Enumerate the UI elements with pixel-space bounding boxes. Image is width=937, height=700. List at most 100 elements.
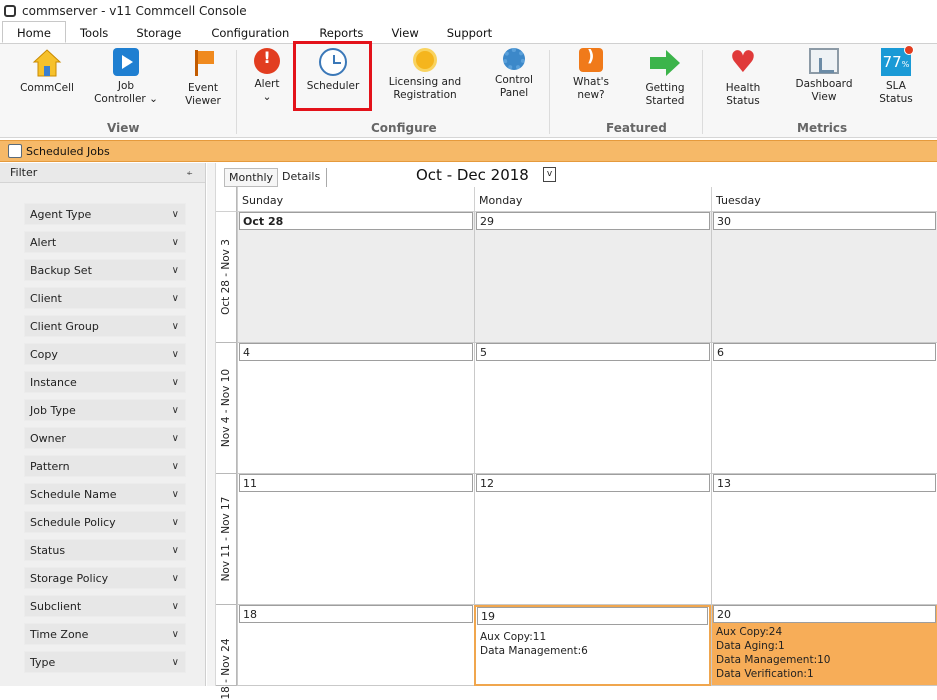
day-cell[interactable]: 13: [711, 474, 937, 605]
filter-dropdown[interactable]: Job Type ∨: [24, 399, 186, 421]
filter-dropdown[interactable]: Agent Type ∨: [24, 203, 186, 225]
sla-value: 77: [882, 53, 902, 71]
dashboard-label-2: View: [811, 91, 837, 103]
alert-icon: [254, 48, 280, 74]
day-cell[interactable]: 6: [711, 343, 937, 474]
sla-label-1: SLA: [886, 80, 906, 92]
filter-dropdown[interactable]: Subclient ∨: [24, 595, 186, 617]
filter-dropdown[interactable]: Alert ∨: [24, 231, 186, 253]
chevron-down-icon: ∨: [171, 320, 179, 332]
filter-dropdown[interactable]: Type ∨: [24, 651, 186, 673]
filter-dropdown[interactable]: Owner ∨: [24, 427, 186, 449]
chevron-down-icon: ∨: [171, 432, 179, 444]
arrow-right-icon: [650, 48, 680, 78]
day-cell[interactable]: 30: [711, 212, 937, 343]
tab-tools[interactable]: Tools: [66, 23, 122, 43]
chevron-down-icon: ∨: [171, 236, 179, 248]
group-label-metrics: Metrics: [797, 121, 848, 135]
filter-label: Subclient: [30, 599, 82, 613]
filter-dropdown[interactable]: Schedule Name ∨: [24, 483, 186, 505]
filter-dropdown[interactable]: Storage Policy ∨: [24, 567, 186, 589]
filter-dropdown[interactable]: Backup Set ∨: [24, 259, 186, 281]
dashboard-view-button[interactable]: Dashboard View: [786, 48, 862, 104]
day-number: 11: [239, 474, 473, 492]
day-cell[interactable]: 12: [474, 474, 711, 605]
day-cell-today[interactable]: 19 Aux Copy:11 Data Management:6: [474, 605, 711, 686]
day-number: 5: [476, 343, 710, 361]
chevron-down-icon: ⌄: [262, 91, 272, 103]
filter-dropdown[interactable]: Status ∨: [24, 539, 186, 561]
house-icon: [32, 48, 62, 78]
scheduled-jobs-tab[interactable]: Scheduled Jobs: [0, 140, 937, 162]
calendar-panel: Monthly Details Oct - Dec 2018 v Sunday …: [216, 163, 937, 700]
job-count-entry[interactable]: Data Aging:1: [716, 639, 933, 653]
chevron-down-icon: ∨: [171, 264, 179, 276]
job-controller-button[interactable]: Job Controller ⌄: [90, 48, 162, 106]
chevron-down-icon: ∨: [171, 208, 179, 220]
getting-started-button[interactable]: Getting Started: [634, 48, 696, 108]
day-cell[interactable]: 4: [237, 343, 474, 474]
tab-configuration[interactable]: Configuration: [195, 23, 305, 43]
day-cell[interactable]: Oct 28: [237, 212, 474, 343]
filter-dropdown[interactable]: Copy ∨: [24, 343, 186, 365]
control-panel-label-2: Panel: [499, 87, 529, 99]
title-bar: commserver - v11 Commcell Console: [0, 0, 937, 22]
app-icon: [4, 5, 16, 17]
day-number: 13: [713, 474, 936, 492]
chevron-down-icon: ∨: [171, 348, 179, 360]
job-count-entry[interactable]: Data Management:10: [716, 653, 933, 667]
calendar-clock-icon: [8, 144, 22, 158]
job-count-entry[interactable]: Data Verification:1: [716, 667, 933, 681]
getting-started-label-2: Started: [645, 95, 685, 107]
calendar-range-dropdown[interactable]: v: [543, 167, 556, 182]
tab-home[interactable]: Home: [2, 21, 66, 43]
filter-label: Client: [30, 291, 62, 305]
gears-icon: [503, 48, 525, 70]
week-label-text: Oct 28 - Nov 3: [220, 239, 232, 315]
job-count-entry[interactable]: Aux Copy:11: [480, 630, 705, 644]
sla-status-button[interactable]: 77% SLA Status: [872, 45, 920, 106]
day-number: 29: [476, 212, 710, 230]
day-entries: Aux Copy:24 Data Aging:1 Data Management:1…: [712, 623, 937, 686]
tab-support[interactable]: Support: [433, 23, 506, 43]
group-label-view: View: [107, 121, 140, 135]
job-count-entry[interactable]: Aux Copy:24: [716, 625, 933, 639]
health-label-1: Health: [725, 82, 761, 94]
tab-monthly[interactable]: Monthly: [224, 168, 279, 187]
filter-dropdown[interactable]: Client Group ∨: [24, 315, 186, 337]
day-cell[interactable]: 18: [237, 605, 474, 686]
filter-label: Storage Policy: [30, 571, 109, 585]
day-cell-busy[interactable]: 20 Aux Copy:24 Data Aging:1 Data Managemen…: [711, 605, 937, 686]
filter-label: Alert: [30, 235, 57, 249]
day-cell[interactable]: 29: [474, 212, 711, 343]
tab-storage[interactable]: Storage: [122, 23, 195, 43]
group-label-featured: Featured: [606, 121, 667, 135]
chevron-down-icon: ∨: [171, 460, 179, 472]
day-cell[interactable]: 11: [237, 474, 474, 605]
tab-details[interactable]: Details: [278, 168, 328, 187]
day-header-monday: Monday: [474, 187, 711, 212]
chevron-down-icon: ∨: [171, 488, 179, 500]
day-entries: Aux Copy:11 Data Management:6: [476, 625, 709, 663]
alert-button[interactable]: Alert ⌄: [244, 48, 290, 104]
filter-dropdown[interactable]: Time Zone ∨: [24, 623, 186, 645]
whats-new-button[interactable]: What's new?: [562, 48, 620, 102]
job-controller-label-2: Controller: [94, 93, 146, 105]
commcell-button[interactable]: CommCell: [14, 48, 80, 95]
filter-dropdown[interactable]: Pattern ∨: [24, 455, 186, 477]
event-viewer-button[interactable]: Event Viewer: [172, 48, 234, 108]
control-panel-button[interactable]: Control Panel: [484, 48, 544, 100]
job-count-entry[interactable]: Data Management:6: [480, 644, 705, 658]
tab-reports[interactable]: Reports: [305, 23, 377, 43]
panel-splitter[interactable]: [207, 163, 216, 686]
day-cell[interactable]: 5: [474, 343, 711, 474]
filter-dropdown[interactable]: Schedule Policy ∨: [24, 511, 186, 533]
tab-view[interactable]: View: [377, 23, 432, 43]
filter-dropdown[interactable]: Client ∨: [24, 287, 186, 309]
licensing-button[interactable]: Licensing and Registration: [382, 48, 468, 102]
filter-dropdown[interactable]: Instance ∨: [24, 371, 186, 393]
chevron-down-icon: ∨: [171, 516, 179, 528]
pin-icon[interactable]: ⍅: [186, 166, 193, 180]
filter-label: Owner: [30, 431, 66, 445]
health-status-button[interactable]: ♥ Health Status: [714, 48, 772, 108]
